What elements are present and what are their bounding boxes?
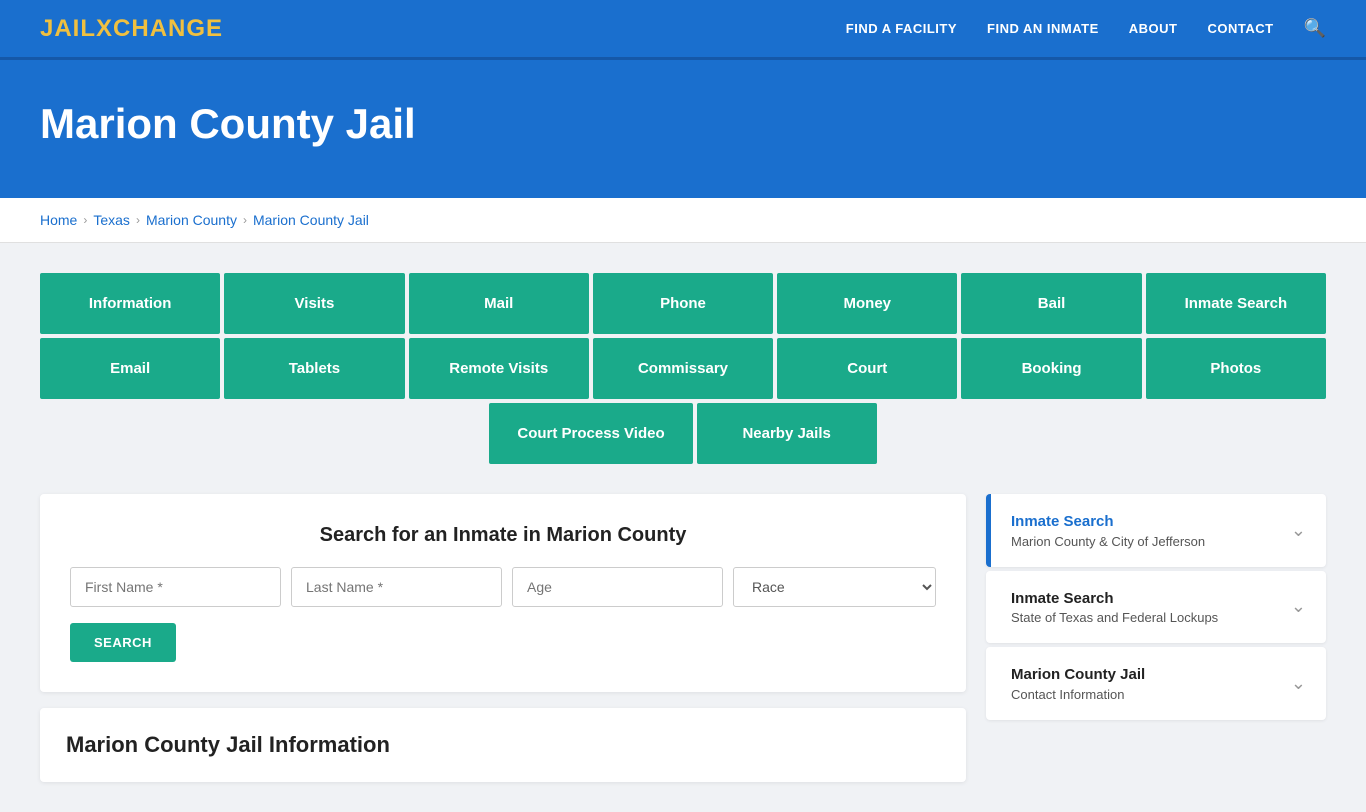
sep2: › xyxy=(136,213,140,227)
btn-email[interactable]: Email xyxy=(40,338,220,399)
info-title: Marion County Jail Information xyxy=(66,732,940,758)
main-content: Information Visits Mail Phone Money Bail… xyxy=(0,243,1366,812)
last-name-input[interactable] xyxy=(291,567,502,607)
nav-find-facility[interactable]: FIND A FACILITY xyxy=(846,21,957,36)
sidebar-item-text-3: Marion County Jail Contact Information xyxy=(1011,665,1145,702)
nav-buttons-row3: Court Process Video Nearby Jails xyxy=(40,403,1326,464)
nav-about[interactable]: ABOUT xyxy=(1129,21,1178,36)
first-name-input[interactable] xyxy=(70,567,281,607)
page-title: Marion County Jail xyxy=(40,100,1326,148)
breadcrumb: Home › Texas › Marion County › Marion Co… xyxy=(0,198,1366,243)
breadcrumb-texas[interactable]: Texas xyxy=(93,212,130,228)
info-section: Marion County Jail Information xyxy=(40,708,966,782)
sidebar-item-sub-2: State of Texas and Federal Lockups xyxy=(1011,610,1218,625)
logo-jail: JAIL xyxy=(40,15,96,42)
sep3: › xyxy=(243,213,247,227)
breadcrumb-marion-county[interactable]: Marion County xyxy=(146,212,237,228)
btn-phone[interactable]: Phone xyxy=(593,273,773,334)
btn-information[interactable]: Information xyxy=(40,273,220,334)
search-fields: Race White Black Hispanic Asian Other xyxy=(70,567,936,607)
sidebar-item-sub-3: Contact Information xyxy=(1011,687,1145,702)
sidebar-item-inmate-search-marion[interactable]: Inmate Search Marion County & City of Je… xyxy=(986,494,1326,567)
sidebar-item-title-3: Marion County Jail xyxy=(1011,665,1145,685)
btn-tablets[interactable]: Tablets xyxy=(224,338,404,399)
search-icon[interactable]: 🔍 xyxy=(1304,18,1326,39)
logo-x: X xyxy=(96,15,113,42)
sidebar: Inmate Search Marion County & City of Je… xyxy=(986,494,1326,724)
chevron-down-icon-3: ⌄ xyxy=(1291,673,1306,694)
nav-find-inmate[interactable]: FIND AN INMATE xyxy=(987,21,1099,36)
breadcrumb-home[interactable]: Home xyxy=(40,212,77,228)
search-button[interactable]: SEARCH xyxy=(70,623,176,662)
btn-booking[interactable]: Booking xyxy=(961,338,1141,399)
sidebar-item-text-2: Inmate Search State of Texas and Federal… xyxy=(1011,589,1218,626)
sidebar-item-title-2: Inmate Search xyxy=(1011,589,1218,609)
search-panel: Search for an Inmate in Marion County Ra… xyxy=(40,494,966,692)
btn-court-process-video[interactable]: Court Process Video xyxy=(489,403,692,464)
btn-inmate-search[interactable]: Inmate Search xyxy=(1146,273,1326,334)
chevron-down-icon-2: ⌄ xyxy=(1291,596,1306,617)
sidebar-item-sub-1: Marion County & City of Jefferson xyxy=(1011,534,1205,549)
search-title: Search for an Inmate in Marion County xyxy=(70,524,936,547)
sidebar-item-text-1: Inmate Search Marion County & City of Je… xyxy=(1011,512,1205,549)
sidebar-item-inmate-search-texas[interactable]: Inmate Search State of Texas and Federal… xyxy=(986,571,1326,644)
left-column: Search for an Inmate in Marion County Ra… xyxy=(40,494,966,782)
chevron-down-icon-1: ⌄ xyxy=(1291,520,1306,541)
age-input[interactable] xyxy=(512,567,723,607)
btn-commissary[interactable]: Commissary xyxy=(593,338,773,399)
sidebar-item-contact-info[interactable]: Marion County Jail Contact Information ⌄ xyxy=(986,647,1326,720)
lower-section: Search for an Inmate in Marion County Ra… xyxy=(40,494,1326,782)
logo-exchange: CHANGE xyxy=(113,15,223,42)
btn-mail[interactable]: Mail xyxy=(409,273,589,334)
nav-buttons-row2: Email Tablets Remote Visits Commissary C… xyxy=(40,338,1326,399)
btn-photos[interactable]: Photos xyxy=(1146,338,1326,399)
race-select[interactable]: Race White Black Hispanic Asian Other xyxy=(733,567,936,607)
site-logo[interactable]: JAILXCHANGE xyxy=(40,15,223,43)
btn-remote-visits[interactable]: Remote Visits xyxy=(409,338,589,399)
navbar: JAILXCHANGE FIND A FACILITY FIND AN INMA… xyxy=(0,0,1366,60)
btn-money[interactable]: Money xyxy=(777,273,957,334)
btn-court[interactable]: Court xyxy=(777,338,957,399)
btn-nearby-jails[interactable]: Nearby Jails xyxy=(697,403,877,464)
btn-bail[interactable]: Bail xyxy=(961,273,1141,334)
nav-contact[interactable]: CONTACT xyxy=(1207,21,1273,36)
breadcrumb-marion-county-jail[interactable]: Marion County Jail xyxy=(253,212,369,228)
sidebar-item-title-1: Inmate Search xyxy=(1011,512,1205,532)
sep1: › xyxy=(83,213,87,227)
btn-visits[interactable]: Visits xyxy=(224,273,404,334)
nav-links: FIND A FACILITY FIND AN INMATE ABOUT CON… xyxy=(846,18,1326,39)
hero-banner: Marion County Jail xyxy=(0,60,1366,198)
nav-buttons-row1: Information Visits Mail Phone Money Bail… xyxy=(40,273,1326,334)
